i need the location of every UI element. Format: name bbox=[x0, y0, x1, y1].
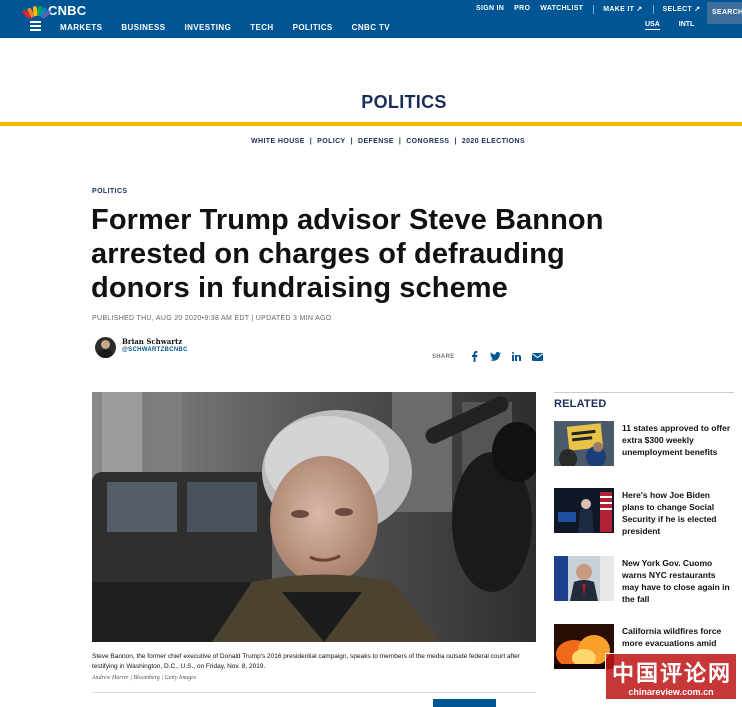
logo-text: CNBC bbox=[48, 2, 87, 18]
related-item[interactable]: Here's how Joe Biden plans to change Soc… bbox=[554, 488, 734, 536]
peacock-icon bbox=[21, 4, 52, 20]
search-button[interactable]: SEARCH bbox=[707, 2, 742, 24]
make-it-link[interactable]: MAKE IT ↗ bbox=[603, 5, 642, 14]
watermark-chinese-text: 中国评论网 bbox=[611, 662, 732, 687]
published-time: PUBLISHED THU, AUG 20 2020•9:38 AM EDT bbox=[92, 315, 250, 322]
section-rule bbox=[0, 122, 742, 126]
related-thumbnail[interactable] bbox=[554, 556, 614, 601]
nav-tech[interactable]: TECH bbox=[250, 23, 273, 32]
watermark-url: chinareview.com.cn bbox=[628, 687, 714, 697]
nav-markets[interactable]: MARKETS bbox=[60, 23, 102, 32]
watermark: 中国评论网 chinareview.com.cn bbox=[605, 653, 737, 700]
author-avatar[interactable] bbox=[95, 337, 116, 358]
top-navigation-bar: CNBC MARKETS BUSINESS INVESTING TECH POL… bbox=[0, 0, 742, 38]
hero-image[interactable] bbox=[92, 392, 536, 642]
twitter-icon[interactable] bbox=[489, 351, 501, 362]
share-bar: SHARE bbox=[432, 351, 553, 362]
utility-nav: SIGN IN PRO WATCHLIST MAKE IT ↗ SELECT ↗ bbox=[476, 5, 710, 14]
sign-in-link[interactable]: SIGN IN bbox=[476, 5, 504, 14]
region-usa[interactable]: USA bbox=[645, 21, 660, 30]
share-label: SHARE bbox=[432, 353, 455, 360]
divider bbox=[652, 5, 654, 14]
related-thumbnail[interactable] bbox=[554, 488, 614, 533]
subnav-congress[interactable]: CONGRESS bbox=[406, 138, 449, 145]
region-intl[interactable]: INTL bbox=[679, 21, 695, 30]
subnav-policy[interactable]: POLICY bbox=[317, 138, 345, 145]
content-divider bbox=[92, 692, 536, 693]
section-title[interactable]: POLITICS bbox=[0, 92, 742, 113]
divider bbox=[593, 5, 595, 14]
email-icon[interactable] bbox=[531, 351, 543, 362]
main-nav: MARKETS BUSINESS INVESTING TECH POLITICS… bbox=[60, 23, 409, 32]
facebook-icon[interactable] bbox=[469, 351, 480, 362]
image-caption: Steve Bannon, the former chief executive… bbox=[92, 653, 520, 670]
related-rule bbox=[554, 392, 734, 393]
related-title[interactable]: California wildfires force more evacuati… bbox=[622, 625, 734, 649]
related-title[interactable]: 11 states approved to offer extra $300 w… bbox=[622, 422, 734, 458]
article-headline: Former Trump advisor Steve Bannon arrest… bbox=[91, 204, 604, 304]
cnbc-logo[interactable]: CNBC bbox=[21, 2, 87, 20]
author-name[interactable]: Brian Schwartz bbox=[122, 337, 182, 346]
article-kicker[interactable]: POLITICS bbox=[92, 188, 127, 195]
related-thumbnail[interactable] bbox=[554, 421, 614, 466]
subnav-separator: | bbox=[350, 138, 353, 145]
region-switcher: USA INTL bbox=[645, 21, 694, 30]
subnav-separator: | bbox=[454, 138, 457, 145]
nav-investing[interactable]: INVESTING bbox=[184, 23, 231, 32]
content-widget[interactable] bbox=[433, 699, 496, 707]
author-twitter-handle[interactable]: @SCHWARTZBCNBC bbox=[122, 347, 188, 353]
dateline: PUBLISHED THU, AUG 20 2020•9:38 AM EDT |… bbox=[92, 315, 332, 322]
related-title[interactable]: New York Gov. Cuomo warns NYC restaurant… bbox=[622, 557, 734, 605]
menu-icon[interactable] bbox=[30, 21, 41, 33]
nav-politics[interactable]: POLITICS bbox=[293, 23, 333, 32]
updated-time: UPDATED 3 MIN AGO bbox=[255, 315, 332, 322]
section-subnav: WHITE HOUSE | POLICY | DEFENSE | CONGRES… bbox=[251, 138, 525, 145]
nav-business[interactable]: BUSINESS bbox=[121, 23, 165, 32]
watchlist-link[interactable]: WATCHLIST bbox=[540, 5, 583, 14]
pro-link[interactable]: PRO bbox=[514, 5, 530, 14]
select-link[interactable]: SELECT ↗ bbox=[663, 5, 701, 14]
subnav-white-house[interactable]: WHITE HOUSE bbox=[251, 138, 305, 145]
nav-cnbc-tv[interactable]: CNBC TV bbox=[352, 23, 390, 32]
image-credit: Andrew Harrer | Bloomberg | Getty Images bbox=[92, 675, 197, 681]
subnav-separator: | bbox=[398, 138, 402, 145]
linkedin-icon[interactable] bbox=[511, 351, 522, 362]
subnav-separator: | bbox=[309, 138, 313, 145]
related-heading: RELATED bbox=[554, 398, 607, 410]
related-item[interactable]: 11 states approved to offer extra $300 w… bbox=[554, 421, 734, 469]
subnav-defense[interactable]: DEFENSE bbox=[358, 138, 394, 145]
subnav-2020-elections[interactable]: 2020 ELECTIONS bbox=[462, 138, 525, 145]
related-title[interactable]: Here's how Joe Biden plans to change Soc… bbox=[622, 489, 734, 537]
related-item[interactable]: New York Gov. Cuomo warns NYC restaurant… bbox=[554, 556, 734, 604]
